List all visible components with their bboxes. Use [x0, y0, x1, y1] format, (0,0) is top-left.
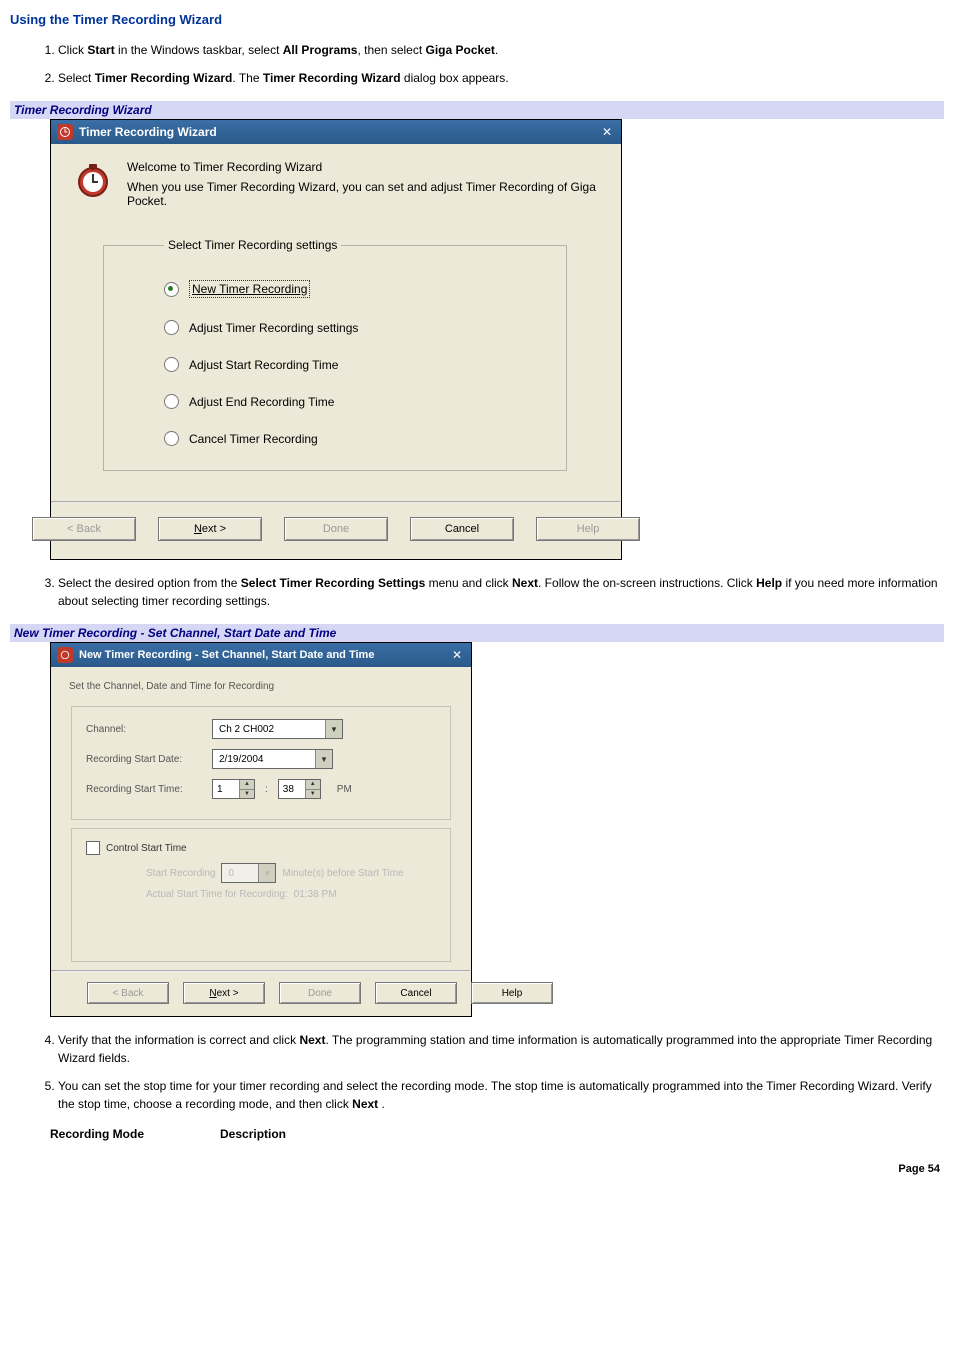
col-description: Description: [220, 1127, 286, 1141]
dropdown-arrow-icon: ▼: [258, 864, 275, 882]
steps-list: Click Start in the Windows taskbar, sele…: [10, 41, 944, 87]
radio-icon: [164, 282, 179, 297]
control-start-time-checkbox[interactable]: Control Start Time: [86, 841, 436, 855]
dialog-title: Timer Recording Wizard: [79, 125, 217, 139]
radio-adjust-end-time[interactable]: Adjust End Recording Time: [164, 394, 544, 409]
close-icon[interactable]: ✕: [599, 124, 615, 140]
actual-start-time-label: Actual Start Time for Recording:: [146, 889, 288, 900]
radio-label: Adjust Timer Recording settings: [189, 321, 358, 335]
channel-value: Ch 2 CH002: [213, 720, 325, 738]
clock-icon: [73, 160, 113, 200]
done-button: Done: [279, 982, 361, 1004]
cancel-button[interactable]: Cancel: [375, 982, 457, 1004]
page-footer: Page 54: [0, 1155, 954, 1193]
dialog-title-bar: Timer Recording Wizard ✕: [51, 120, 621, 144]
dialog-title-bar: New Timer Recording - Set Channel, Start…: [51, 643, 471, 667]
minutes-before-label: Minute(s) before Start Time: [282, 868, 403, 879]
radio-cancel-recording[interactable]: Cancel Timer Recording: [164, 431, 544, 446]
ampm-label: PM: [337, 784, 352, 795]
radio-label: Adjust Start Recording Time: [189, 358, 338, 372]
start-time-label: Recording Start Time:: [86, 784, 202, 795]
radio-label: Adjust End Recording Time: [189, 395, 334, 409]
checkbox-icon: [86, 841, 100, 855]
steps-list-cont2: Verify that the information is correct a…: [10, 1031, 944, 1113]
welcome-line-2: When you use Timer Recording Wizard, you…: [127, 180, 599, 208]
cancel-button[interactable]: Cancel: [410, 517, 514, 541]
control-start-time-label: Control Start Time: [106, 843, 187, 854]
step-3: Select the desired option from the Selec…: [58, 574, 944, 610]
start-date-select[interactable]: 2/19/2004 ▼: [212, 749, 333, 769]
dialog-title: New Timer Recording - Set Channel, Start…: [79, 649, 374, 661]
col-recording-mode: Recording Mode: [50, 1127, 220, 1141]
figure-caption-1: Timer Recording Wizard: [10, 101, 944, 119]
recording-mode-table-header: Recording Mode Description: [50, 1127, 944, 1141]
dropdown-arrow-icon: ▼: [325, 720, 342, 738]
actual-start-time-value: 01:38 PM: [294, 889, 337, 900]
radio-adjust-start-time[interactable]: Adjust Start Recording Time: [164, 357, 544, 372]
back-button: < Back: [32, 517, 136, 541]
timer-recording-wizard-dialog: Timer Recording Wizard ✕ Welcome: [50, 119, 622, 560]
hour-spinner[interactable]: 1 ▲▼: [212, 779, 255, 799]
done-button: Done: [284, 517, 388, 541]
spin-down-icon: ▼: [306, 790, 320, 799]
channel-date-time-panel: Channel: Ch 2 CH002 ▼ Recording Start Da…: [71, 706, 451, 820]
radio-icon: [164, 357, 179, 372]
start-recording-label: Start Recording: [146, 868, 215, 879]
offset-value: 0: [222, 864, 258, 882]
minute-value: 38: [279, 780, 305, 798]
radio-label: Cancel Timer Recording: [189, 432, 318, 446]
start-date-label: Recording Start Date:: [86, 754, 202, 765]
radio-icon: [164, 320, 179, 335]
app-icon: [57, 647, 73, 663]
start-recording-offset-select: 0 ▼: [221, 863, 276, 883]
step-2: Select Timer Recording Wizard. The Timer…: [58, 69, 944, 87]
dropdown-arrow-icon: ▼: [315, 750, 332, 768]
back-button: < Back: [87, 982, 169, 1004]
radio-adjust-settings[interactable]: Adjust Timer Recording settings: [164, 320, 544, 335]
spin-up-icon: ▲: [240, 780, 254, 790]
control-start-time-panel: Control Start Time Start Recording 0 ▼ M…: [71, 828, 451, 962]
group-legend: Select Timer Recording settings: [164, 238, 341, 252]
app-icon: [57, 124, 73, 140]
page-title: Using the Timer Recording Wizard: [10, 12, 944, 27]
spin-down-icon: ▼: [240, 790, 254, 799]
next-button[interactable]: Next >: [158, 517, 262, 541]
channel-label: Channel:: [86, 724, 202, 735]
welcome-line-1: Welcome to Timer Recording Wizard: [127, 160, 599, 174]
radio-label: New Timer Recording: [189, 280, 310, 298]
channel-select[interactable]: Ch 2 CH002 ▼: [212, 719, 343, 739]
next-button[interactable]: Next >: [183, 982, 265, 1004]
figure-caption-2: New Timer Recording - Set Channel, Start…: [10, 624, 944, 642]
start-date-value: 2/19/2004: [213, 750, 315, 768]
radio-new-timer-recording[interactable]: New Timer Recording: [164, 280, 544, 298]
hour-value: 1: [213, 780, 239, 798]
steps-list-cont: Select the desired option from the Selec…: [10, 574, 944, 610]
minute-spinner[interactable]: 38 ▲▼: [278, 779, 321, 799]
help-button[interactable]: Help: [536, 517, 640, 541]
radio-icon: [164, 431, 179, 446]
step-4: Verify that the information is correct a…: [58, 1031, 944, 1067]
close-icon[interactable]: ✕: [449, 647, 465, 663]
radio-icon: [164, 394, 179, 409]
step-5: You can set the stop time for your timer…: [58, 1077, 944, 1113]
settings-group: Select Timer Recording settings New Time…: [103, 238, 567, 471]
step-1: Click Start in the Windows taskbar, sele…: [58, 41, 944, 59]
new-timer-recording-dialog: New Timer Recording - Set Channel, Start…: [50, 642, 472, 1017]
dialog-subtitle: Set the Channel, Date and Time for Recor…: [69, 681, 455, 692]
help-button[interactable]: Help: [471, 982, 553, 1004]
spin-up-icon: ▲: [306, 780, 320, 790]
